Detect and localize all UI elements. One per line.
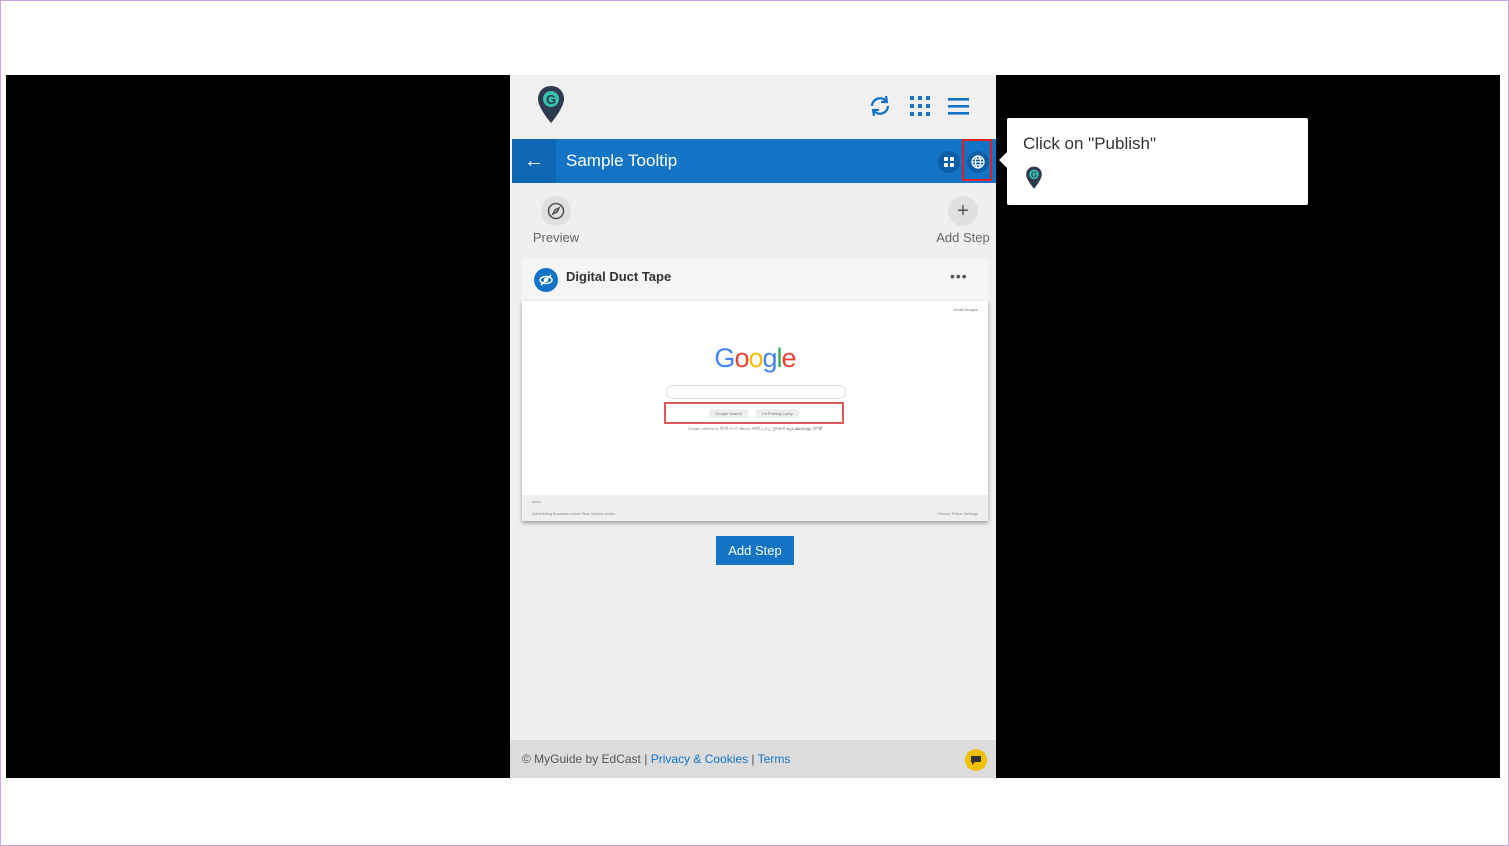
add-step-button[interactable]: Add Step xyxy=(716,536,794,565)
preview-label: Preview xyxy=(532,230,580,245)
screenshot-language-line: Google offered in: हिन्दी বাংলা తెలుగు म… xyxy=(687,426,823,431)
screenshot-footer-links: Advertising Business About How Search wo… xyxy=(532,511,615,516)
arrow-left-icon[interactable]: ← xyxy=(512,139,556,183)
step-title: Digital Duct Tape xyxy=(566,269,672,284)
tooltip-text: Click on "Publish" xyxy=(1023,134,1157,153)
screenshot-footer-country: India xyxy=(532,499,541,504)
privacy-link[interactable]: Privacy & Cookies xyxy=(651,752,748,766)
svg-text:G: G xyxy=(1031,170,1037,179)
myguide-logo-icon: G xyxy=(536,85,566,130)
copyright-text: © MyGuide by EdCast xyxy=(522,752,641,766)
screenshot-footer-right: Privacy Terms Settings xyxy=(937,511,978,516)
screenshot-highlighted-buttons: Google Search I'm Feeling Lucky xyxy=(664,402,844,424)
hidden-eye-icon xyxy=(534,268,558,292)
step-screenshot: Gmail Images Google Google Search I'm Fe… xyxy=(522,301,988,521)
more-options-icon[interactable]: ••• xyxy=(950,268,968,284)
guide-tooltip: Click on "Publish" G xyxy=(999,118,1308,205)
svg-text:G: G xyxy=(546,92,556,107)
footer-separator: | xyxy=(644,752,648,766)
sync-icon[interactable] xyxy=(867,93,893,119)
step-card[interactable]: Digital Duct Tape ••• xyxy=(522,258,988,304)
publish-highlight xyxy=(962,139,992,181)
add-step-toolbar-button[interactable]: + Add Step xyxy=(934,196,992,245)
panel-footer: © MyGuide by EdCast | Privacy & Cookies … xyxy=(510,740,996,778)
terms-link[interactable]: Terms xyxy=(758,752,791,766)
google-logo: Google xyxy=(714,343,796,373)
screenshot-search-button: Google Search xyxy=(709,408,748,418)
preview-button[interactable]: Preview xyxy=(530,196,582,245)
screenshot-search-box xyxy=(666,385,846,399)
tour-header: ← Sample Tooltip xyxy=(512,139,996,183)
panel-topbar: G xyxy=(510,75,996,137)
myguide-logo-small-icon: G xyxy=(1025,166,1043,195)
screenshot-footer: India Advertising Business About How Sea… xyxy=(522,495,988,521)
compass-icon xyxy=(541,196,571,226)
footer-separator-2: | xyxy=(751,752,755,766)
plus-icon: + xyxy=(948,196,978,226)
menu-icon[interactable] xyxy=(946,93,972,119)
myguide-panel: G ← Sample Tooltip Preview + Add Step Di… xyxy=(510,75,996,778)
header-title: Sample Tooltip xyxy=(566,151,678,170)
widget-icon[interactable] xyxy=(938,151,960,173)
apps-grid-icon[interactable] xyxy=(907,93,933,119)
chat-icon[interactable] xyxy=(965,749,987,771)
screenshot-top-links: Gmail Images xyxy=(953,307,978,312)
add-step-label: Add Step xyxy=(936,230,990,245)
screenshot-lucky-button: I'm Feeling Lucky xyxy=(755,408,799,418)
